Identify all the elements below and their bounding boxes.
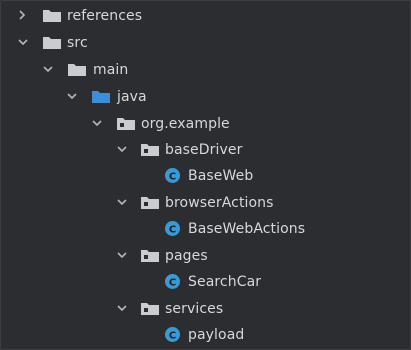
svg-text:C: C [169,330,176,341]
folder-icon [42,36,62,50]
chevron-down-icon[interactable] [115,142,129,156]
tree-row-browseractions[interactable]: browserActions [1,192,410,218]
tree-item-label: java [117,89,147,105]
tree-item-label: org.example [141,116,230,132]
chevron-down-icon[interactable] [90,116,104,130]
svg-text:C: C [169,171,176,182]
tree-item-label: src [67,35,88,51]
package-icon [140,302,160,316]
tree-row-searchcar[interactable]: C SearchCar [1,271,410,297]
tree-item-label: BaseWeb [188,168,254,184]
tree-row-payload[interactable]: C payload [1,324,410,350]
tree-row-services[interactable]: services [1,298,410,324]
project-tree: references src main java org.example bas… [0,0,411,350]
chevron-down-icon[interactable] [41,62,55,76]
folder-icon [67,63,87,77]
svg-text:C: C [169,224,176,235]
tree-item-label: SearchCar [188,274,262,290]
chevron-down-icon[interactable] [115,248,129,262]
chevron-down-icon[interactable] [115,301,129,315]
tree-row-org-example[interactable]: org.example [1,113,410,139]
svg-text:C: C [169,277,176,288]
tree-item-label: baseDriver [165,142,243,158]
package-icon [140,143,160,157]
tree-item-label: BaseWebActions [188,221,306,237]
tree-row-references[interactable]: references [1,5,410,31]
tree-row-basewebactions[interactable]: C BaseWebActions [1,218,410,244]
tree-item-label: browserActions [165,195,274,211]
chevron-down-icon[interactable] [65,89,79,103]
tree-row-basedriver[interactable]: baseDriver [1,139,410,165]
package-icon [116,117,136,131]
package-icon [140,249,160,263]
tree-item-label: pages [165,248,208,264]
tree-item-label: references [67,8,143,24]
tree-row-baseweb[interactable]: C BaseWeb [1,165,410,191]
package-icon [140,196,160,210]
chevron-right-icon[interactable] [15,8,29,22]
java-class-icon: C [164,273,181,290]
tree-item-label: payload [188,327,245,343]
tree-item-label: services [165,301,224,317]
java-class-icon: C [164,167,181,184]
tree-row-pages[interactable]: pages [1,245,410,271]
chevron-down-icon[interactable] [16,35,30,49]
tree-row-main[interactable]: main [1,59,410,85]
chevron-down-icon[interactable] [115,195,129,209]
source-folder-icon [91,90,111,104]
java-class-icon: C [164,326,181,343]
java-class-icon: C [164,220,181,237]
tree-row-java[interactable]: java [1,86,410,112]
tree-item-label: main [93,62,129,78]
folder-icon [42,9,62,23]
tree-row-src[interactable]: src [1,32,410,58]
